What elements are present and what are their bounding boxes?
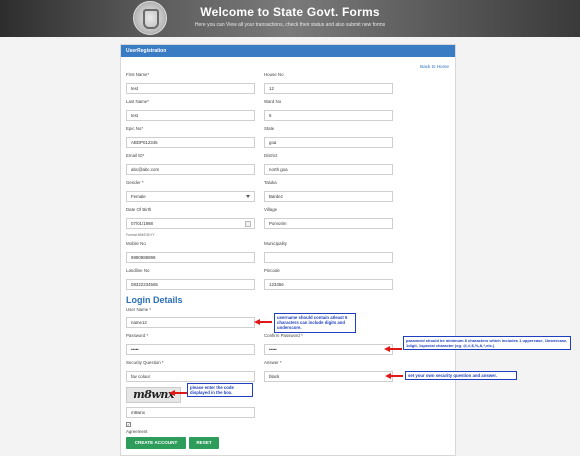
house-no-label: House No bbox=[264, 72, 284, 77]
security-question-label: Security Question * bbox=[126, 360, 164, 365]
chevron-down-icon bbox=[246, 195, 250, 198]
state-label: State bbox=[264, 126, 275, 131]
municipality-input[interactable] bbox=[264, 252, 393, 263]
ward-no-label: Ward No bbox=[264, 99, 282, 104]
password-label: Password * bbox=[126, 333, 149, 338]
confirm-password-input[interactable]: ••••• bbox=[264, 344, 393, 355]
banner-subtitle: Here you can View all your transactions,… bbox=[194, 22, 386, 28]
district-input[interactable]: north goa bbox=[264, 164, 393, 175]
email-input[interactable]: abc@abc.com bbox=[126, 164, 255, 175]
house-no-input[interactable]: 12 bbox=[264, 83, 393, 94]
create-account-button[interactable]: CREATE ACCOUNT bbox=[126, 437, 186, 449]
landline-label: Landline No bbox=[126, 268, 150, 273]
security-question-input[interactable]: fav colour bbox=[126, 371, 255, 382]
password-annotation: password should be minimum 8 characters … bbox=[403, 336, 571, 350]
reset-button[interactable]: RESET bbox=[189, 437, 219, 449]
header-banner: Welcome to State Govt. Forms Here you ca… bbox=[0, 0, 580, 37]
agreement-label: Agreement bbox=[126, 429, 148, 434]
security-arrow-icon bbox=[385, 373, 403, 379]
password-arrow-icon bbox=[384, 346, 402, 352]
district-label: District bbox=[264, 153, 278, 158]
agreement-checkbox[interactable]: ✓ bbox=[126, 422, 131, 427]
ward-no-input[interactable]: 6 bbox=[264, 110, 393, 121]
gender-value: Female bbox=[131, 194, 146, 199]
registration-panel: UserRegistration Back to Home First Name… bbox=[120, 44, 571, 456]
epic-no-label: Epic No* bbox=[126, 126, 144, 131]
last-name-input[interactable]: test bbox=[126, 110, 255, 121]
pincode-input[interactable]: 123456 bbox=[264, 279, 393, 290]
village-label: Village bbox=[264, 207, 278, 212]
answer-label: Answer * bbox=[264, 360, 282, 365]
gender-select[interactable]: Female bbox=[126, 191, 255, 202]
first-name-input[interactable]: test bbox=[126, 83, 255, 94]
dob-format-hint: Format MM/DD/YY bbox=[126, 233, 155, 237]
username-label: User Name * bbox=[126, 307, 152, 312]
captcha-input[interactable]: m8wnx bbox=[126, 407, 255, 418]
mobile-label: Mobile No bbox=[126, 241, 146, 246]
captcha-arrow-icon bbox=[169, 390, 187, 396]
back-to-home-link[interactable]: Back to Home bbox=[420, 64, 449, 69]
calendar-icon[interactable] bbox=[245, 221, 251, 227]
mobile-input[interactable]: 9890989898 bbox=[126, 252, 255, 263]
pincode-label: Pincode bbox=[264, 268, 280, 273]
panel-header: UserRegistration bbox=[121, 45, 455, 57]
first-name-label: First Name* bbox=[126, 72, 150, 77]
username-annotation: username should contain atleast 5 charac… bbox=[274, 313, 356, 333]
taluka-input[interactable]: Bardez bbox=[264, 191, 393, 202]
dob-input[interactable]: 07/01/1988 bbox=[126, 218, 255, 229]
state-input[interactable]: goa bbox=[264, 137, 393, 148]
answer-input[interactable]: black bbox=[264, 371, 393, 382]
banner-title: Welcome to State Govt. Forms bbox=[200, 5, 380, 19]
village-input[interactable]: Porvorim bbox=[264, 218, 393, 229]
security-annotation: set your own security question and answe… bbox=[405, 371, 517, 381]
dob-value: 07/01/1988 bbox=[131, 221, 153, 226]
municipality-label: Municipality bbox=[264, 241, 287, 246]
email-label: Email ID* bbox=[126, 153, 145, 158]
landline-input[interactable]: 08322234565 bbox=[126, 279, 255, 290]
last-name-label: Last Name* bbox=[126, 99, 149, 104]
taluka-label: Taluka bbox=[264, 180, 277, 185]
dob-label: Date Of Birth bbox=[126, 207, 152, 212]
confirm-password-label: Confirm Password * bbox=[264, 333, 303, 338]
username-input[interactable]: name12 bbox=[126, 317, 255, 328]
login-details-heading: Login Details bbox=[126, 295, 183, 305]
gender-label: Gender * bbox=[126, 180, 144, 185]
epic-no-input[interactable]: ABDP012345 bbox=[126, 137, 255, 148]
captcha-annotation: please enter the code displayed in the b… bbox=[187, 383, 253, 398]
username-arrow-icon bbox=[254, 319, 272, 325]
password-input[interactable]: ••••• bbox=[126, 344, 255, 355]
